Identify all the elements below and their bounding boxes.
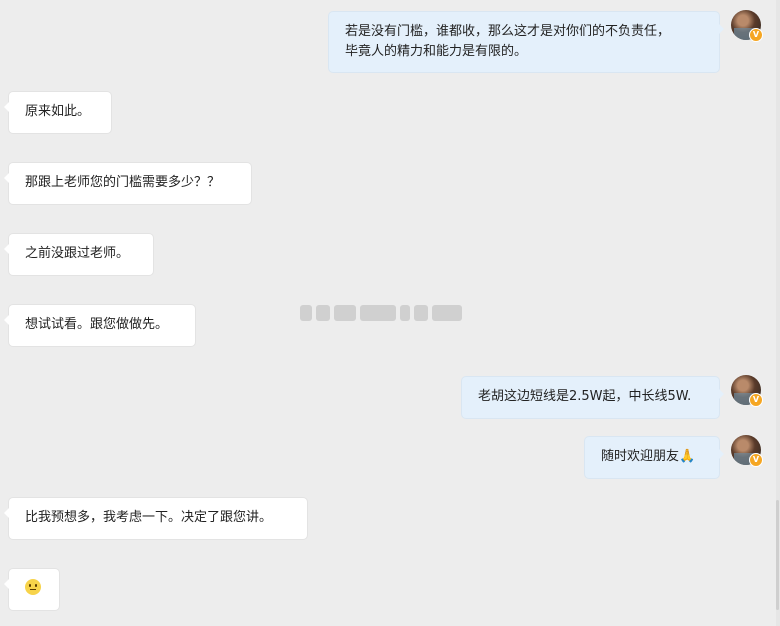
message-text: 之前没跟过老师。: [25, 246, 130, 261]
message-incoming[interactable]: [4, 569, 59, 610]
message-text: 想试试看。跟您做做先。: [25, 317, 169, 332]
message-text: 老胡这边短线是2.5W起，中长线5W.: [478, 389, 692, 404]
message-text-line: 若是没有门槛，谁都收，那么这才是对你们的不负责任，: [345, 24, 671, 39]
scrollbar-thumb[interactable]: [776, 500, 779, 610]
message-outgoing[interactable]: 老胡这边短线是2.5W起，中长线5W.: [462, 377, 724, 418]
message-incoming[interactable]: 比我预想多，我考虑一下。决定了跟您讲。: [4, 498, 307, 539]
avatar[interactable]: V: [731, 375, 763, 407]
message-incoming[interactable]: 之前没跟过老师。: [4, 234, 153, 275]
message-outgoing[interactable]: 若是没有门槛，谁都收，那么这才是对你们的不负责任， 毕竟人的精力和能力是有限的。: [329, 12, 724, 72]
message-text: 那跟上老师您的门槛需要多少？？: [25, 175, 221, 190]
message-text: 随时欢迎朋友: [601, 449, 680, 464]
chat-window: 若是没有门槛，谁都收，那么这才是对你们的不负责任， 毕竟人的精力和能力是有限的。…: [0, 0, 780, 626]
avatar[interactable]: V: [731, 10, 763, 42]
message-text: 比我预想多，我考虑一下。决定了跟您讲。: [25, 510, 273, 525]
message-incoming[interactable]: 那跟上老师您的门槛需要多少？？: [4, 163, 251, 204]
message-incoming[interactable]: 原来如此。: [4, 92, 111, 133]
verified-badge-icon: V: [749, 453, 763, 467]
message-incoming[interactable]: 想试试看。跟您做做先。: [4, 305, 195, 346]
message-text-line: 毕竟人的精力和能力是有限的。: [345, 44, 528, 59]
verified-badge-icon: V: [749, 28, 763, 42]
message-outgoing[interactable]: 随时欢迎朋友🙏: [585, 437, 724, 478]
redacted-text: [300, 302, 480, 324]
smiley-face-icon: [25, 579, 41, 595]
verified-badge-icon: V: [749, 393, 763, 407]
avatar[interactable]: V: [731, 435, 763, 467]
message-text: 原来如此。: [25, 104, 91, 119]
praying-hands-icon: 🙏: [679, 449, 696, 464]
